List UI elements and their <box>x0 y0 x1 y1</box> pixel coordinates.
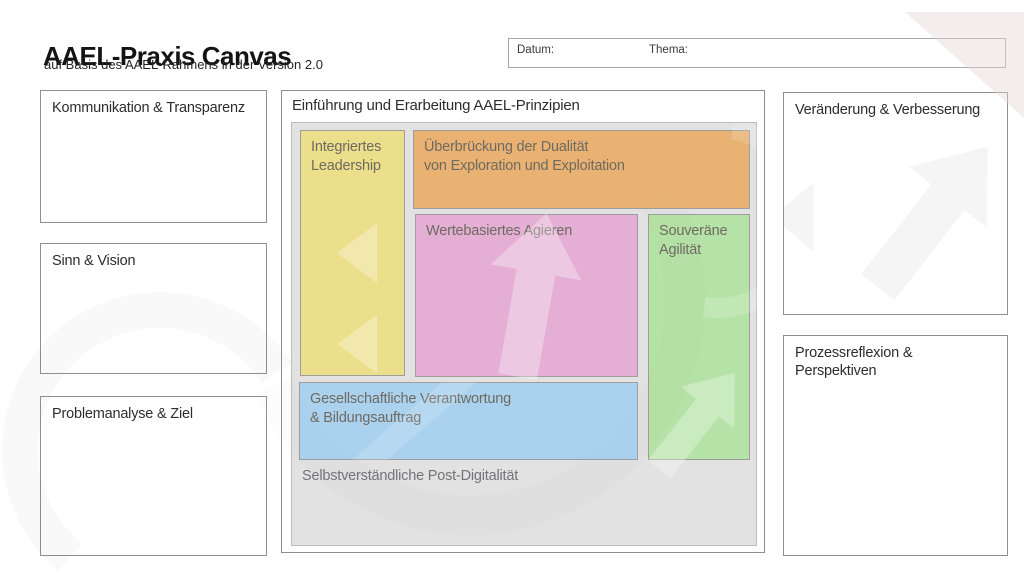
meta-box: Datum: Thema: <box>508 38 1006 68</box>
aael-praxis-canvas: AAEL-Praxis Canvas auf Basis des AAEL-Ra… <box>0 0 1024 576</box>
principle-label: Integriertes Leadership <box>301 131 404 182</box>
principle-souveraene-agilitaet: Souveräne Agilität <box>648 214 750 460</box>
panel-veraenderung-verbesserung: Veränderung & Verbesserung <box>783 92 1008 315</box>
panel-label: Problemanalyse & Ziel <box>41 397 266 431</box>
panel-problemanalyse-ziel: Problemanalyse & Ziel <box>40 396 267 556</box>
up-arrow-watermark <box>839 116 1007 314</box>
principle-label: Gesellschaftliche Verantwortung & Bildun… <box>300 383 637 434</box>
principle-integriertes-leadership: Integriertes Leadership <box>300 130 405 376</box>
principles-tray: Integriertes Leadership Überbrückung der… <box>291 122 757 546</box>
panel-aael-prinzipien: Einführung und Erarbeitung AAEL-Prinzipi… <box>281 90 765 553</box>
panel-kommunikation-transparenz: Kommunikation & Transparenz <box>40 90 267 223</box>
principle-label: Überbrückung der Dualität von Exploratio… <box>414 131 749 182</box>
panel-label: Veränderung & Verbesserung <box>784 93 1007 127</box>
date-label: Datum: <box>517 44 554 56</box>
panel-prozessreflexion-perspektiven: Prozessreflexion & Perspektiven <box>783 335 1008 556</box>
principle-label: Wertebasiertes Agieren <box>416 215 637 248</box>
panel-sinn-vision: Sinn & Vision <box>40 243 267 374</box>
center-section-title: Einführung und Erarbeitung AAEL-Prinzipi… <box>282 91 764 114</box>
principle-gesellschaftliche-verantwortung: Gesellschaftliche Verantwortung & Bildun… <box>299 382 638 460</box>
topic-label: Thema: <box>649 44 688 56</box>
chevron-watermark <box>784 182 814 251</box>
panel-label: Prozessreflexion & Perspektiven <box>784 336 1007 388</box>
panel-label: Kommunikation & Transparenz <box>41 91 266 125</box>
page-subtitle: auf Basis des AAEL-Rahmens in der Versio… <box>44 57 323 72</box>
principle-dualitaet-exploration-exploitation: Überbrückung der Dualität von Exploratio… <box>413 130 750 209</box>
panel-label: Sinn & Vision <box>41 244 266 278</box>
principle-post-digitalitaet-label: Selbstverständliche Post-Digitalität <box>302 468 518 484</box>
principle-label: Souveräne Agilität <box>649 215 749 266</box>
principle-wertebasiertes-agieren: Wertebasiertes Agieren <box>415 214 638 377</box>
